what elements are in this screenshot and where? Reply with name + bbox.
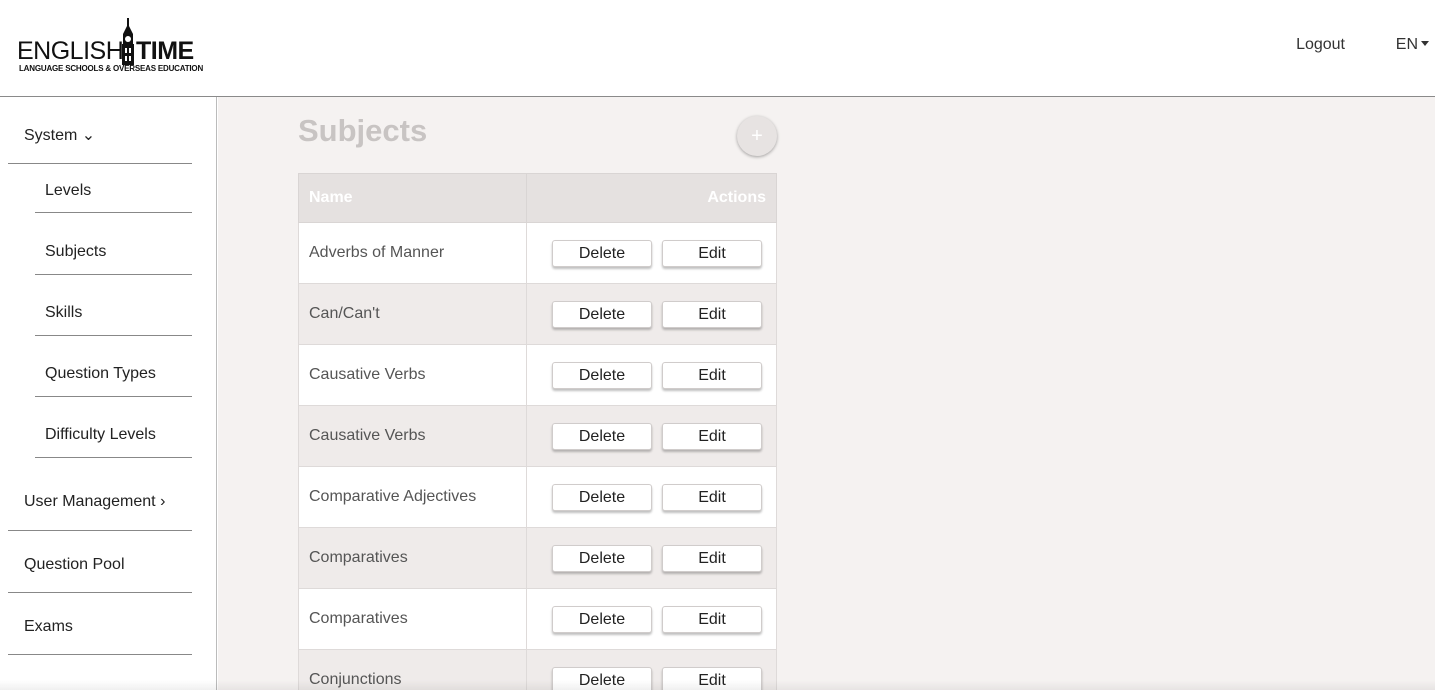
delete-button[interactable]: Delete	[552, 483, 652, 511]
main-content: Subjects + Name Actions Adverbs of Manne…	[218, 97, 1435, 690]
edit-button[interactable]: Edit	[662, 666, 762, 690]
sidebar-item-user-management[interactable]: User Management ›	[8, 480, 192, 531]
edit-button[interactable]: Edit	[662, 422, 762, 450]
row-actions: Delete Edit	[537, 361, 766, 389]
table-row: Comparative Adjectives Delete Edit	[298, 466, 777, 528]
edit-button[interactable]: Edit	[662, 300, 762, 328]
subject-name-cell: Adverbs of Manner	[298, 222, 527, 284]
subject-name-cell: Can/Can't	[298, 283, 527, 345]
delete-button[interactable]: Delete	[552, 544, 652, 572]
english-time-logo[interactable]: ENGLISH TIME LANGUAGE SCHOOLS & OVERSEAS…	[17, 18, 203, 74]
edit-button[interactable]: Edit	[662, 605, 762, 633]
table-row: Causative Verbs Delete Edit	[298, 405, 777, 467]
sidebar-item-skills[interactable]: Skills	[35, 295, 192, 336]
sidebar-item-difficulty-levels[interactable]: Difficulty Levels	[35, 417, 192, 458]
actions-cell: Delete Edit	[526, 222, 777, 284]
table-row: Can/Can't Delete Edit	[298, 283, 777, 345]
subject-name-cell: Comparatives	[298, 527, 527, 589]
caret-down-icon	[1421, 41, 1429, 47]
subject-name-cell: Comparative Adjectives	[298, 466, 527, 528]
actions-cell: Delete Edit	[526, 283, 777, 345]
edit-button[interactable]: Edit	[662, 483, 762, 511]
language-label: EN	[1395, 36, 1418, 53]
subject-name-cell: Causative Verbs	[298, 344, 527, 406]
delete-button[interactable]: Delete	[552, 300, 652, 328]
table-row: Adverbs of Manner Delete Edit	[298, 222, 777, 284]
sidebar: System ⌄ Levels Subjects Skills Question…	[0, 97, 217, 690]
delete-button[interactable]: Delete	[552, 361, 652, 389]
sidebar-item-exams[interactable]: Exams	[8, 605, 192, 655]
actions-cell: Delete Edit	[526, 649, 777, 690]
row-actions: Delete Edit	[537, 239, 766, 267]
actions-cell: Delete Edit	[526, 466, 777, 528]
row-actions: Delete Edit	[537, 605, 766, 633]
sidebar-item-subjects[interactable]: Subjects	[35, 234, 192, 275]
edit-button[interactable]: Edit	[662, 239, 762, 267]
actions-cell: Delete Edit	[526, 527, 777, 589]
table-row: Comparatives Delete Edit	[298, 527, 777, 589]
sidebar-item-system[interactable]: System ⌄	[8, 117, 192, 164]
table-row: Comparatives Delete Edit	[298, 588, 777, 650]
logo-word-time: TIME	[136, 37, 194, 65]
subjects-table: Name Actions Adverbs of Manner Delete Edit…	[298, 173, 777, 690]
sidebar-item-question-pool[interactable]: Question Pool	[8, 543, 192, 593]
actions-cell: Delete Edit	[526, 588, 777, 650]
edit-button[interactable]: Edit	[662, 544, 762, 572]
column-header-actions: Actions	[526, 173, 777, 223]
table-header-row: Name Actions	[298, 173, 777, 223]
actions-cell: Delete Edit	[526, 405, 777, 467]
row-actions: Delete Edit	[537, 300, 766, 328]
actions-cell: Delete Edit	[526, 344, 777, 406]
row-actions: Delete Edit	[537, 544, 766, 572]
row-actions: Delete Edit	[537, 666, 766, 690]
sidebar-item-levels[interactable]: Levels	[35, 173, 192, 213]
delete-button[interactable]: Delete	[552, 605, 652, 633]
delete-button[interactable]: Delete	[552, 422, 652, 450]
logo-word-english: ENGLISH	[17, 37, 124, 65]
table-row: Conjunctions Delete Edit	[298, 649, 777, 690]
edit-button[interactable]: Edit	[662, 361, 762, 389]
row-actions: Delete Edit	[537, 483, 766, 511]
subject-name-cell: Conjunctions	[298, 649, 527, 690]
subject-name-cell: Causative Verbs	[298, 405, 527, 467]
sidebar-item-question-types[interactable]: Question Types	[35, 356, 192, 397]
delete-button[interactable]: Delete	[552, 666, 652, 690]
logout-link[interactable]: Logout	[1296, 36, 1345, 54]
table-row: Causative Verbs Delete Edit	[298, 344, 777, 406]
top-bar: ENGLISH TIME LANGUAGE SCHOOLS & OVERSEAS…	[0, 0, 1435, 97]
column-header-name[interactable]: Name	[298, 173, 527, 223]
clock-tower-icon	[122, 18, 134, 65]
page-title: Subjects	[298, 113, 428, 148]
delete-button[interactable]: Delete	[552, 239, 652, 267]
language-dropdown[interactable]: EN	[1396, 36, 1429, 54]
logo-tagline: LANGUAGE SCHOOLS & OVERSEAS EDUCATION	[19, 64, 204, 73]
row-actions: Delete Edit	[537, 422, 766, 450]
add-subject-button[interactable]: +	[737, 116, 777, 156]
subject-name-cell: Comparatives	[298, 588, 527, 650]
